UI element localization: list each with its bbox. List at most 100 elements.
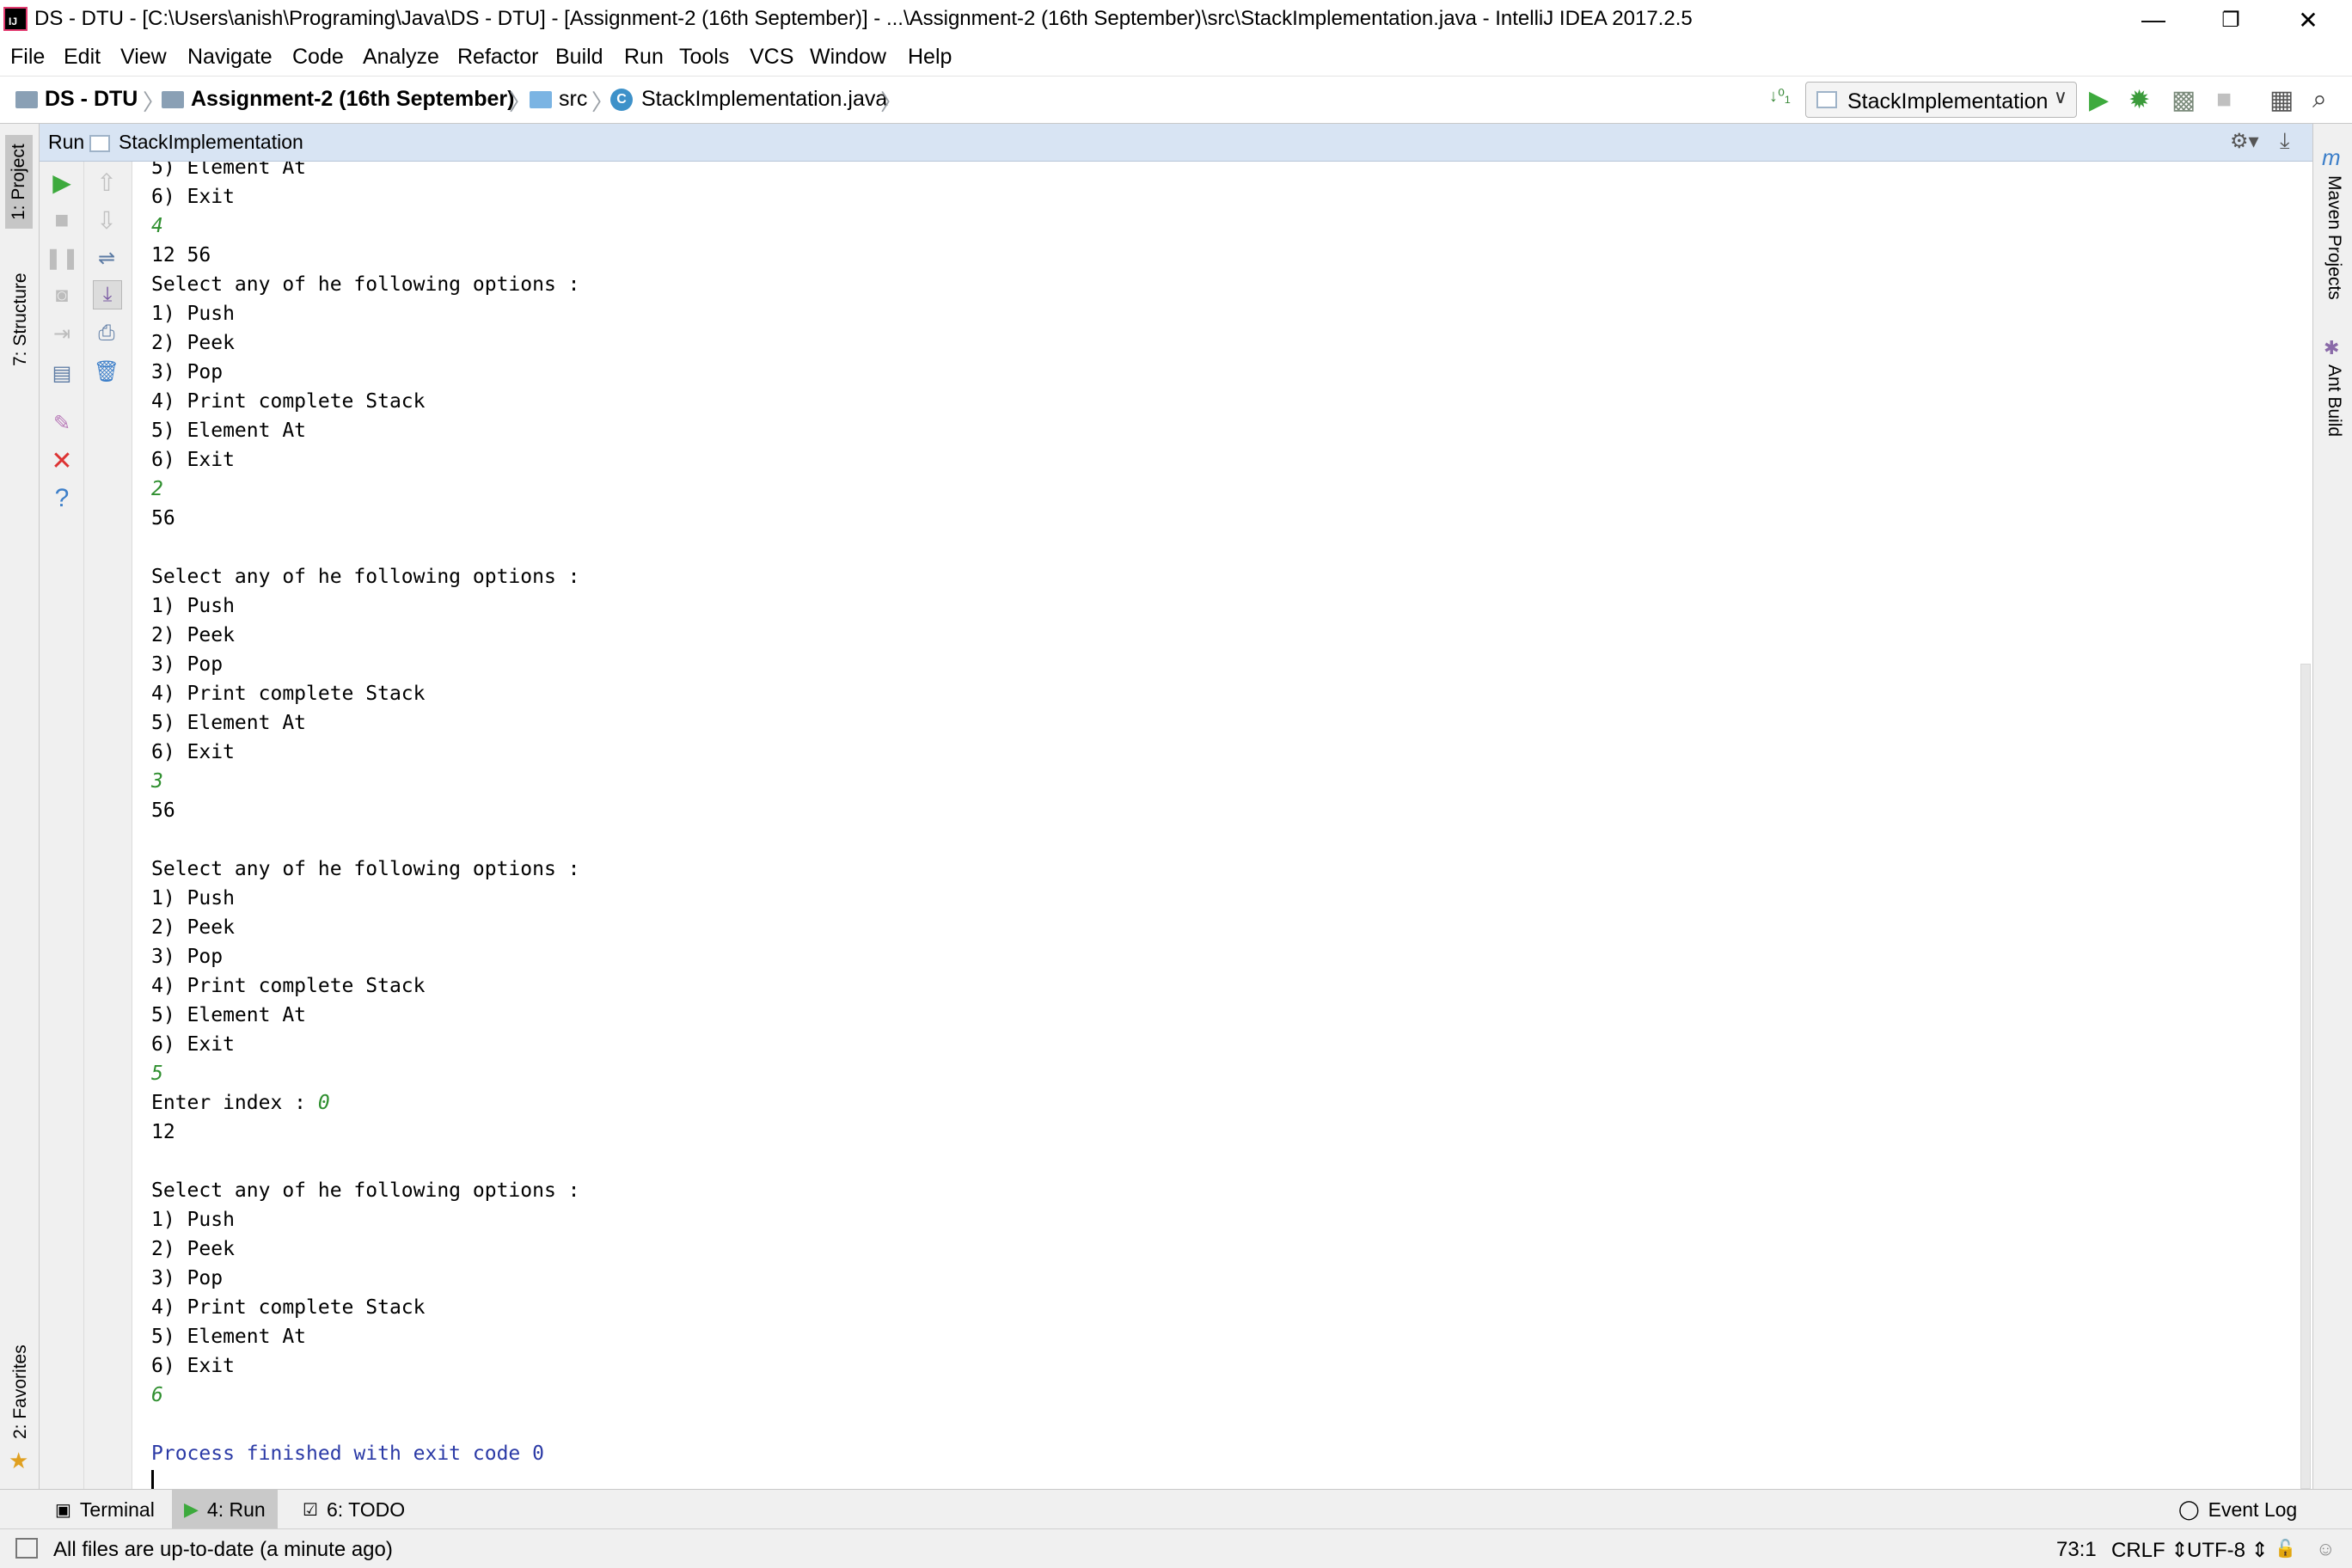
console-line: 4) Print complete Stack (151, 1296, 426, 1319)
bottom-tool-bar: ▣ Terminal ▶ 4: Run ☑ 6: TODO ◯ Event Log (0, 1489, 2352, 1529)
toggle-tool-windows-icon[interactable] (15, 1538, 38, 1559)
console-line: 56 (151, 507, 175, 530)
menu-tools[interactable]: Tools (679, 45, 729, 70)
console-line: 3) Pop (151, 653, 224, 676)
event-log-button[interactable]: ◯ Event Log (2166, 1490, 2309, 1529)
console-line: 5) Element At (151, 1326, 307, 1348)
stop-icon[interactable]: ■ (2216, 85, 2232, 114)
console-controls-toolbar: ⇧ ⇩ ⇌ ⤓ ⎙ 🗑 (84, 162, 132, 1489)
run-configuration-select[interactable]: StackImplementation ∨ (1805, 82, 2077, 118)
tab-ant-build[interactable]: Ant Build (2324, 364, 2344, 437)
console-input-line: 5 (151, 1063, 163, 1085)
clear-all-icon[interactable]: 🗑 (93, 358, 120, 385)
line-separator[interactable]: CRLF ⇕ (2111, 1538, 2188, 1563)
run-tab-stackimplementation[interactable]: StackImplementation (89, 131, 303, 154)
menu-code[interactable]: Code (292, 45, 344, 70)
exit-icon[interactable]: ⇥ (48, 320, 76, 347)
console-line: 6) Exit (151, 1355, 235, 1377)
restore-button[interactable]: ❐ (2192, 0, 2269, 40)
scroll-to-end-icon[interactable]: ⤓ (93, 280, 122, 309)
close-button[interactable]: ✕ (2269, 0, 2347, 40)
run-icon: ▶ (184, 1498, 199, 1520)
minimize-button[interactable]: — (2115, 0, 2192, 40)
scrollbar-thumb[interactable] (2300, 664, 2311, 1489)
chevron-right-icon: 〉 (880, 89, 903, 115)
console-text: 5) Element At 6) Exit 4 12 56 Select any… (151, 162, 580, 1489)
menu-navigate[interactable]: Navigate (187, 45, 273, 70)
help-icon[interactable]: ? (48, 484, 76, 512)
breadcrumb-module[interactable]: Assignment-2 (16th September) (162, 87, 514, 112)
console-input-line: 3 (151, 770, 163, 793)
console-line: 2) Peek (151, 332, 235, 354)
console-input-line: 2 (151, 478, 163, 500)
soft-wrap-icon[interactable]: ⇌ (93, 244, 120, 272)
hector-icon[interactable]: ☺ (2316, 1538, 2335, 1560)
console-line: Enter index : (151, 1092, 318, 1114)
dump-threads-icon[interactable]: ◙ (48, 282, 76, 309)
menu-refactor[interactable]: Refactor (457, 45, 538, 70)
console-line: 3) Pop (151, 946, 224, 968)
stop-icon[interactable]: ■ (48, 206, 76, 234)
menu-build[interactable]: Build (555, 45, 603, 70)
arrow-down-icon[interactable]: ⇩ (93, 206, 120, 234)
console-line: 6) Exit (151, 449, 235, 471)
caret-position[interactable]: 73:1 (2056, 1538, 2097, 1562)
file-encoding[interactable]: UTF-8 ⇕ (2187, 1538, 2269, 1563)
left-tool-strip: 1: Project 7: Structure 2: Favorites ★ (0, 124, 40, 1489)
run-icon[interactable]: ▶ (2089, 85, 2109, 115)
menu-analyze[interactable]: Analyze (363, 45, 439, 70)
folder-icon (162, 91, 184, 109)
application-icon (89, 134, 110, 152)
menu-file[interactable]: File (10, 45, 45, 70)
console-line: Select any of he following options : (151, 858, 580, 880)
project-structure-icon[interactable]: ▦ (2269, 85, 2294, 115)
menu-run[interactable]: Run (624, 45, 664, 70)
print-icon[interactable]: ⎙ (93, 320, 120, 347)
console-line: 5) Element At (151, 420, 307, 442)
console-line: 2) Peek (151, 624, 235, 646)
console-line: 1) Push (151, 595, 235, 617)
console-input-line: 6 (151, 1384, 163, 1406)
pin-icon[interactable]: ✎ (48, 409, 76, 437)
search-icon[interactable]: ⌕ (2312, 85, 2327, 114)
pause-icon[interactable]: ❚❚ (45, 244, 79, 272)
restore-layout-icon[interactable]: ▤ (48, 359, 76, 387)
console-input-value: 0 (317, 1092, 330, 1114)
menu-vcs[interactable]: VCS (750, 45, 793, 70)
lock-icon[interactable]: 🔓 (2275, 1538, 2296, 1559)
breadcrumb-src[interactable]: src (530, 87, 587, 112)
close-icon[interactable]: ✕ (48, 447, 76, 475)
arrow-up-icon[interactable]: ⇧ (93, 168, 120, 196)
tab-project[interactable]: 1: Project (5, 135, 33, 229)
hide-panel-icon[interactable]: ⤓ (2280, 127, 2290, 155)
rerun-icon[interactable]: ▶ (48, 168, 76, 196)
process-exit-message: Process finished with exit code 0 (151, 1442, 544, 1465)
tab-run[interactable]: ▶ 4: Run (172, 1490, 278, 1529)
breadcrumb-project[interactable]: DS - DTU (15, 87, 138, 112)
console-line: 56 (151, 799, 175, 822)
menu-help[interactable]: Help (908, 45, 952, 70)
menu-edit[interactable]: Edit (64, 45, 101, 70)
tab-todo[interactable]: ☑ 6: TODO (291, 1490, 417, 1529)
console-line: 5) Element At (151, 162, 307, 179)
tab-maven-projects[interactable]: Maven Projects (2324, 175, 2344, 300)
maven-icon: m (2322, 144, 2341, 170)
title-bar: IJ DS - DTU - [C:\Users\anish\Programing… (0, 0, 2352, 40)
console-scrollbar[interactable] (2299, 162, 2312, 1489)
coverage-icon[interactable]: ▩ (2171, 85, 2196, 115)
tab-terminal[interactable]: ▣ Terminal (43, 1490, 167, 1529)
console-line: 1) Push (151, 303, 235, 325)
console-line: 2) Peek (151, 1238, 235, 1260)
window-title: DS - DTU - [C:\Users\anish\Programing\Ja… (34, 7, 1693, 30)
sort-icon[interactable]: ↓⁰₁ (1769, 85, 1791, 107)
console-output[interactable]: 5) Element At 6) Exit 4 12 56 Select any… (132, 162, 2299, 1489)
breadcrumb-file[interactable]: C StackImplementation.java (610, 87, 887, 112)
folder-icon (530, 91, 552, 109)
tab-structure[interactable]: 7: Structure (10, 273, 31, 366)
menu-view[interactable]: View (120, 45, 167, 70)
tab-favorites[interactable]: 2: Favorites (10, 1344, 31, 1439)
settings-gear-icon[interactable]: ⚙▾ (2230, 129, 2259, 154)
console-line: 6) Exit (151, 186, 235, 208)
debug-icon[interactable]: ✹ (2128, 85, 2150, 115)
menu-window[interactable]: Window (810, 45, 886, 70)
